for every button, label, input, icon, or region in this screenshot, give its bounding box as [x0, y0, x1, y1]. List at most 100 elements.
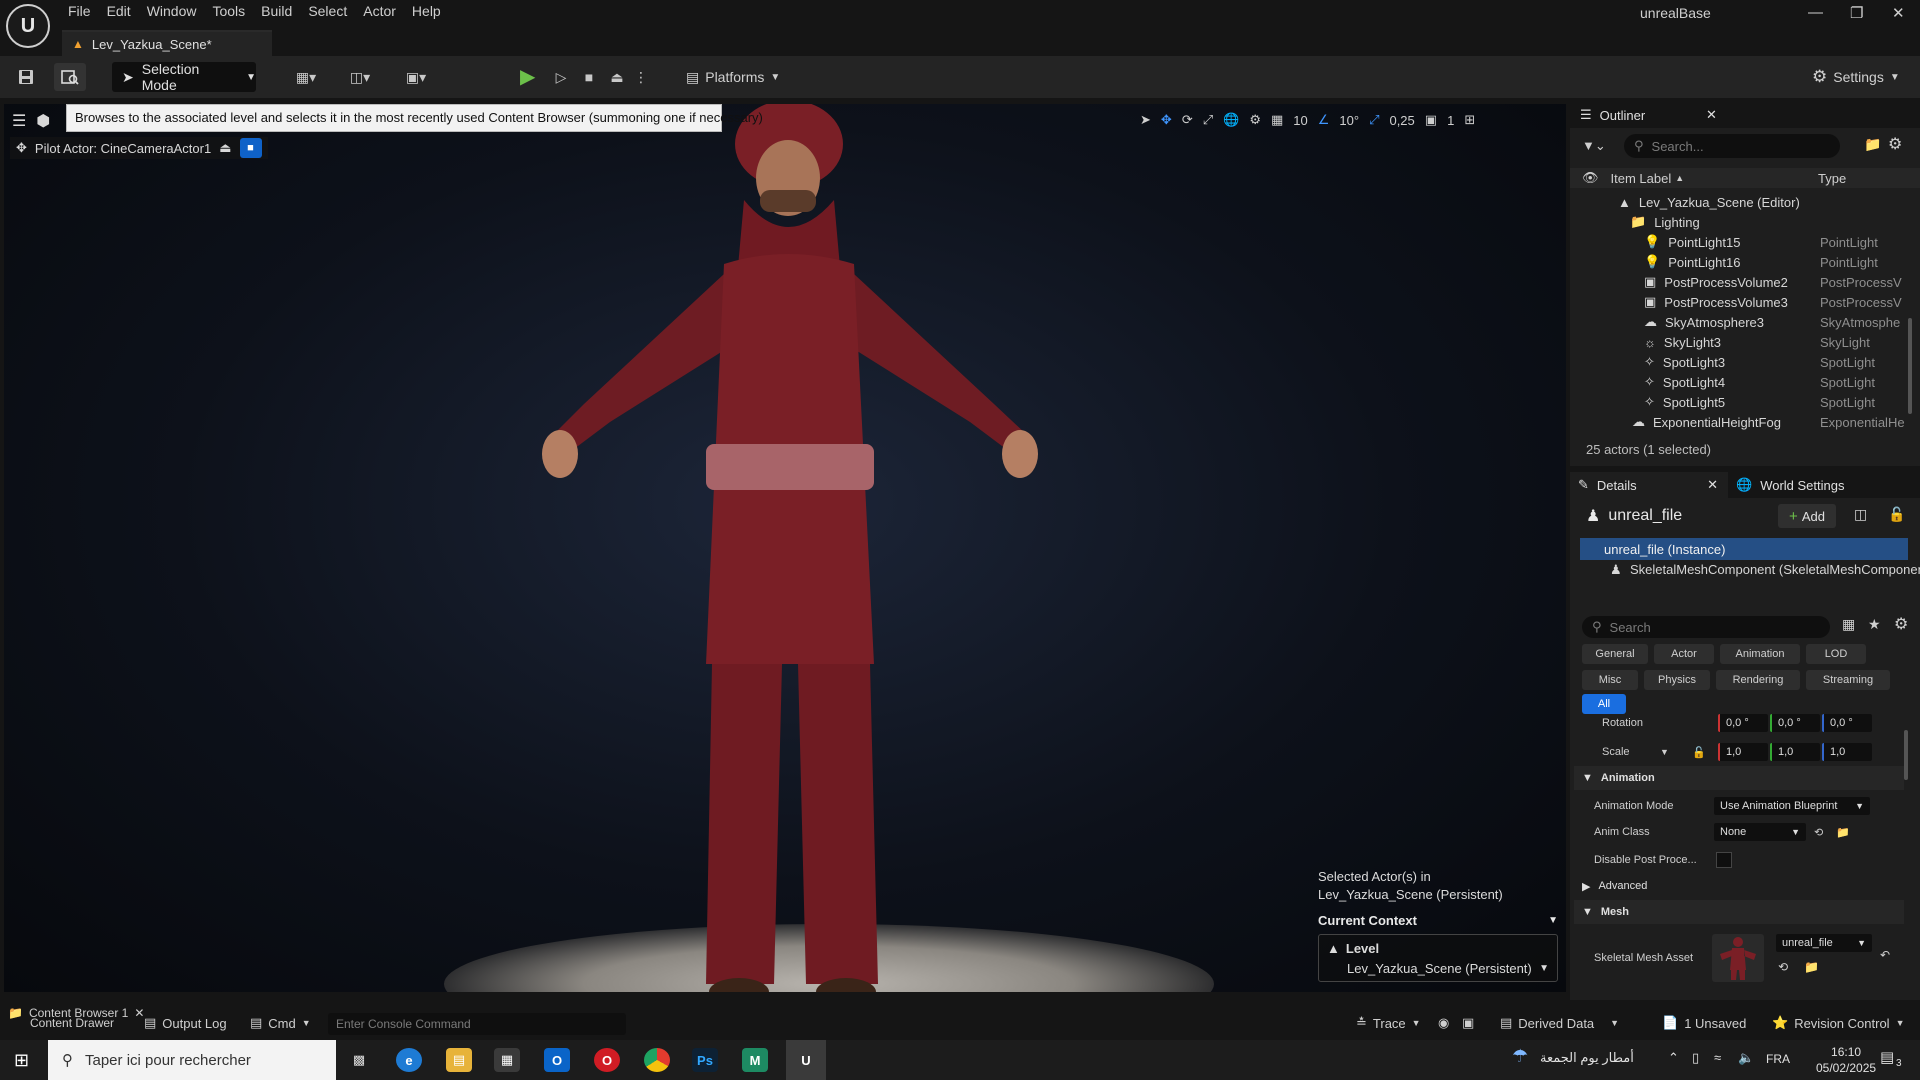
close-icon[interactable]: ✕ [134, 1006, 144, 1020]
table-row[interactable]: ☁ SkyAtmosphere3 SkyAtmosphe [1570, 312, 1906, 332]
rotation-label[interactable]: Rotation [1602, 717, 1672, 729]
file-explorer-icon[interactable]: ▤ [446, 1048, 472, 1072]
use-selected-icon[interactable]: ⟲ [1778, 960, 1788, 974]
select-icon[interactable]: ➤ [1140, 112, 1151, 128]
filter-general[interactable]: General [1582, 644, 1648, 664]
clock[interactable]: 16:10 05/02/2025 [1816, 1044, 1876, 1076]
scale-icon[interactable]: ⤢ [1203, 112, 1213, 128]
edge-icon[interactable]: e [396, 1048, 422, 1072]
play-icon[interactable]: ▶ [520, 64, 535, 89]
chrome-icon[interactable] [644, 1048, 670, 1072]
taskbar-search[interactable]: ⚲ Taper ici pour rechercher [48, 1040, 336, 1080]
cmd-dropdown[interactable]: ▤ Cmd ▼ [250, 1012, 311, 1034]
table-row[interactable]: ☼ SkyLight3 SkyLight [1570, 332, 1906, 352]
unreal-taskbar-icon[interactable]: U [786, 1040, 826, 1080]
menu-select[interactable]: Select [304, 0, 359, 24]
rotation-snap-icon[interactable]: ∠ [1318, 112, 1330, 128]
filter-misc[interactable]: Misc [1582, 670, 1638, 690]
console-input[interactable]: Enter Console Command [328, 1013, 626, 1035]
blueprint-icon[interactable]: ◫ [1854, 506, 1867, 523]
opera-icon[interactable]: O [594, 1048, 620, 1072]
lock-icon[interactable]: 🔓 [1692, 746, 1706, 759]
notifications-icon[interactable]: ▤ [1880, 1048, 1894, 1066]
scale-snap-value[interactable]: 0,25 [1389, 113, 1414, 128]
task-view-icon[interactable]: ▩ [346, 1048, 372, 1072]
add-component-button[interactable]: + Add [1778, 504, 1836, 528]
camera-lock-icon[interactable]: ■ [239, 138, 262, 158]
lock-icon[interactable]: 🔓 [1888, 506, 1905, 523]
surface-snap-icon[interactable]: ⚙ [1249, 112, 1261, 128]
tab-details[interactable]: ✎ Details ✕ [1570, 472, 1728, 498]
filter-animation[interactable]: Animation [1720, 644, 1800, 664]
rotation-z[interactable]: 0,0 ° [1822, 714, 1872, 732]
save-icon[interactable] [12, 63, 40, 91]
restore-icon[interactable]: ❐ [1850, 4, 1863, 22]
filter-icon[interactable]: ▼⌄ [1582, 138, 1606, 154]
col-item-label[interactable]: Item Label [1611, 171, 1672, 186]
browse-level-icon[interactable] [54, 63, 86, 91]
menu-build[interactable]: Build [257, 0, 304, 24]
scale-x[interactable]: 1,0 [1718, 743, 1768, 761]
windows-start-icon[interactable]: ⊞ [14, 1050, 29, 1071]
weather-text[interactable]: أمطار يوم الجمعة [1540, 1050, 1634, 1066]
filter-streaming[interactable]: Streaming [1806, 670, 1890, 690]
translate-icon[interactable]: ✥ [1161, 112, 1172, 128]
eject-icon[interactable]: ⏏ [606, 63, 628, 91]
gear-icon[interactable]: ⚙ [1888, 134, 1902, 154]
screenshot-icon[interactable]: ▣ [1462, 1012, 1474, 1034]
record-icon[interactable]: ◉ [1438, 1012, 1449, 1034]
table-view-icon[interactable]: ▦ [1842, 616, 1855, 633]
table-row[interactable]: 💡 PointLight16 PointLight [1570, 252, 1906, 272]
outliner-scrollbar[interactable] [1908, 318, 1912, 414]
section-mesh[interactable]: ▼ Mesh [1574, 900, 1904, 924]
eject-pilot-icon[interactable]: ⏏ [219, 140, 231, 156]
outliner-root-row[interactable]: ▲ Lev_Yazkua_Scene (Editor) [1570, 192, 1906, 212]
trace-dropdown[interactable]: ≛ Trace ▼ [1356, 1012, 1421, 1034]
instance-row[interactable]: unreal_file (Instance) [1580, 538, 1908, 560]
disable-pp-checkbox[interactable] [1716, 852, 1732, 868]
level-context-box[interactable]: ▲ Level Lev_Yazkua_Scene (Persistent) ▼ [1318, 934, 1558, 982]
table-row[interactable]: 💡 PointLight15 PointLight [1570, 232, 1906, 252]
close-icon[interactable]: ✕ [1706, 107, 1717, 123]
level-viewport[interactable] [4, 104, 1566, 992]
filter-actor[interactable]: Actor [1654, 644, 1714, 664]
tab-world-settings[interactable]: 🌐 World Settings [1728, 477, 1844, 493]
close-icon[interactable]: ✕ [1707, 477, 1718, 493]
scale-z[interactable]: 1,0 [1822, 743, 1872, 761]
app-m-icon[interactable]: M [742, 1048, 768, 1072]
minimize-icon[interactable]: — [1808, 4, 1823, 21]
menu-window[interactable]: Window [143, 0, 209, 24]
content-drawer-button[interactable]: 📁 Content Browser 1 ✕ Content Drawer [8, 1006, 144, 1032]
add-folder-icon[interactable]: 📁 [1864, 136, 1881, 153]
details-scrollbar[interactable] [1904, 730, 1908, 780]
camera-speed-value[interactable]: 1 [1447, 113, 1454, 128]
camera-speed-icon[interactable]: ▣ [1425, 112, 1437, 128]
rotation-y[interactable]: 0,0 ° [1770, 714, 1820, 732]
skel-mesh-dropdown[interactable]: unreal_file ▼ [1776, 934, 1872, 952]
reset-icon[interactable]: ↶ [1880, 948, 1890, 962]
filter-rendering[interactable]: Rendering [1716, 670, 1800, 690]
close-window-icon[interactable]: ✕ [1892, 4, 1905, 22]
outliner-folder-row[interactable]: 📁 Lighting [1570, 212, 1906, 232]
grid-snap-icon[interactable]: ▦ [1271, 112, 1283, 128]
star-icon[interactable]: ★ [1868, 616, 1881, 633]
anim-mode-dropdown[interactable]: Use Animation Blueprint ▼ [1714, 797, 1870, 815]
table-row[interactable]: ▣ PostProcessVolume3 PostProcessV [1570, 292, 1906, 312]
outlook-icon[interactable]: O [544, 1048, 570, 1072]
rotate-icon[interactable]: ⟳ [1182, 112, 1193, 128]
grid-snap-value[interactable]: 10 [1293, 113, 1307, 128]
table-row[interactable]: ▣ PostProcessVolume2 PostProcessV [1570, 272, 1906, 292]
outliner-search[interactable]: ⚲ Search... [1624, 134, 1840, 158]
output-log-button[interactable]: ▤ Output Log [144, 1012, 227, 1034]
cinematics-icon[interactable]: ▣▾ [396, 63, 436, 91]
hamburger-menu-icon[interactable]: ☰ [12, 111, 26, 131]
menu-help[interactable]: Help [408, 0, 453, 24]
mesh-thumbnail[interactable] [1712, 934, 1764, 982]
derived-data-dropdown[interactable]: ▤ Derived Data ▼ [1500, 1012, 1619, 1034]
world-space-icon[interactable]: 🌐 [1223, 112, 1239, 128]
perspective-icon[interactable]: ⬢ [36, 111, 50, 131]
filter-lod[interactable]: LOD [1806, 644, 1866, 664]
level-tab[interactable]: ▲ Lev_Yazkua_Scene* [62, 30, 272, 56]
section-advanced[interactable]: ▶ Advanced [1574, 874, 1904, 898]
scale-snap-icon[interactable]: ⤢ [1369, 112, 1379, 128]
